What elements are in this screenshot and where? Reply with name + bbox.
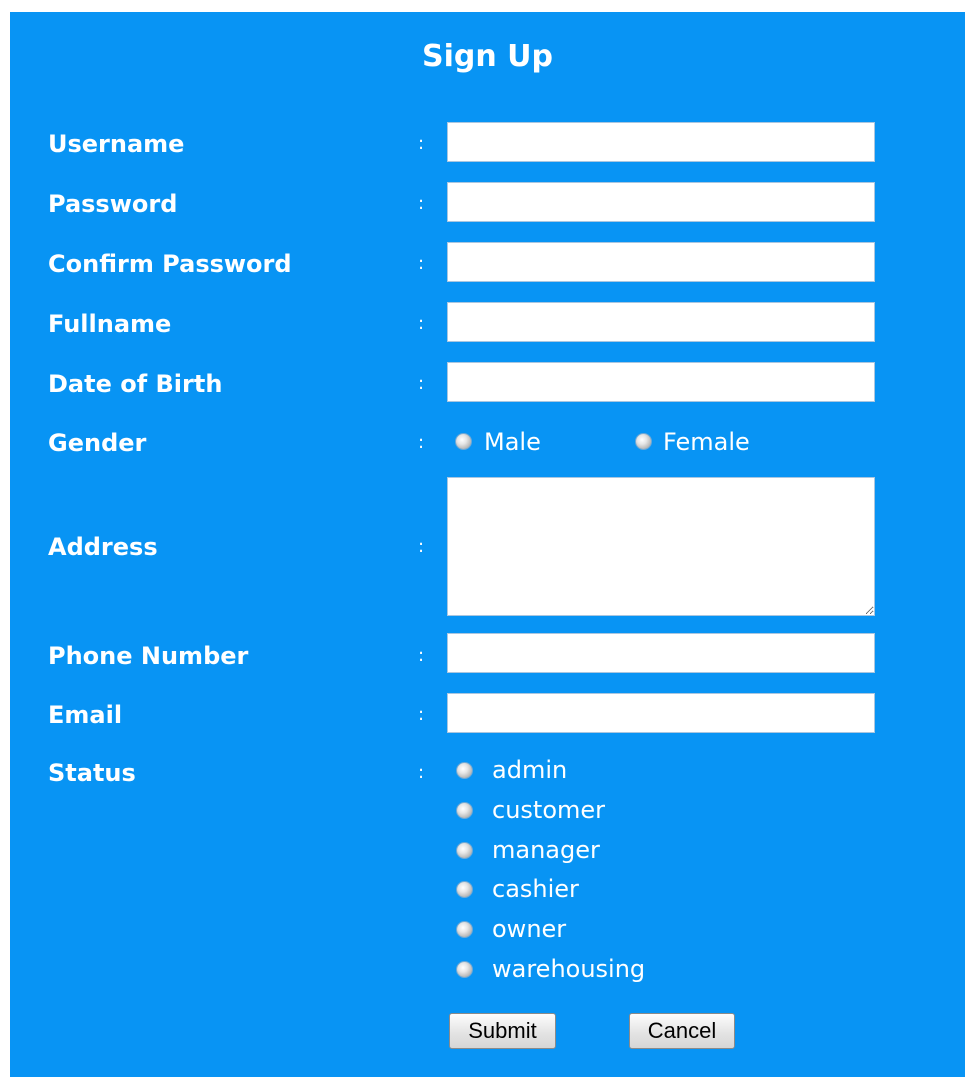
fullname-input[interactable] [447,302,875,342]
status-label: Status [48,759,136,787]
status-owner-radio[interactable] [456,921,473,938]
gender-male-radio[interactable] [455,433,472,450]
confirm-password-input[interactable] [447,242,875,282]
date-of-birth-colon: : [418,373,425,394]
gender-label: Gender [48,429,147,457]
status-owner-label[interactable]: owner [492,915,566,943]
gender-female-label[interactable]: Female [663,428,750,456]
status-admin-label[interactable]: admin [492,756,567,784]
status-warehousing-radio[interactable] [456,961,473,978]
phone-number-input[interactable] [447,633,875,673]
address-colon: : [418,536,425,557]
confirm-password-label: Confirm Password [48,250,292,278]
date-of-birth-label: Date of Birth [48,370,223,398]
username-input[interactable] [447,122,875,162]
confirm-password-colon: : [418,253,425,274]
cancel-button[interactable]: Cancel [629,1013,735,1049]
email-colon: : [418,704,425,725]
status-warehousing-label[interactable]: warehousing [492,955,645,983]
gender-female-radio[interactable] [635,433,652,450]
date-of-birth-input[interactable] [447,362,875,402]
fullname-label: Fullname [48,310,172,338]
status-cashier-radio[interactable] [456,881,473,898]
password-input[interactable] [447,182,875,222]
fullname-colon: : [418,313,425,334]
submit-button[interactable]: Submit [449,1013,556,1049]
phone-number-colon: : [418,645,425,666]
status-customer-radio[interactable] [456,802,473,819]
username-colon: : [418,133,425,154]
email-label: Email [48,701,123,729]
password-label: Password [48,190,178,218]
gender-colon: : [418,432,425,453]
status-cashier-label[interactable]: cashier [492,875,579,903]
address-label: Address [48,533,158,561]
password-colon: : [418,193,425,214]
status-colon: : [418,762,425,783]
status-manager-radio[interactable] [456,842,473,859]
username-label: Username [48,130,185,158]
phone-number-label: Phone Number [48,642,249,670]
email-input[interactable] [447,693,875,733]
status-customer-label[interactable]: customer [492,796,605,824]
gender-male-label[interactable]: Male [484,428,541,456]
status-admin-radio[interactable] [456,762,473,779]
form-title: Sign Up [421,39,553,74]
address-textarea[interactable] [447,477,875,616]
status-manager-label[interactable]: manager [492,836,600,864]
signup-panel: Sign Up Username : Password : Confirm Pa… [10,12,965,1077]
